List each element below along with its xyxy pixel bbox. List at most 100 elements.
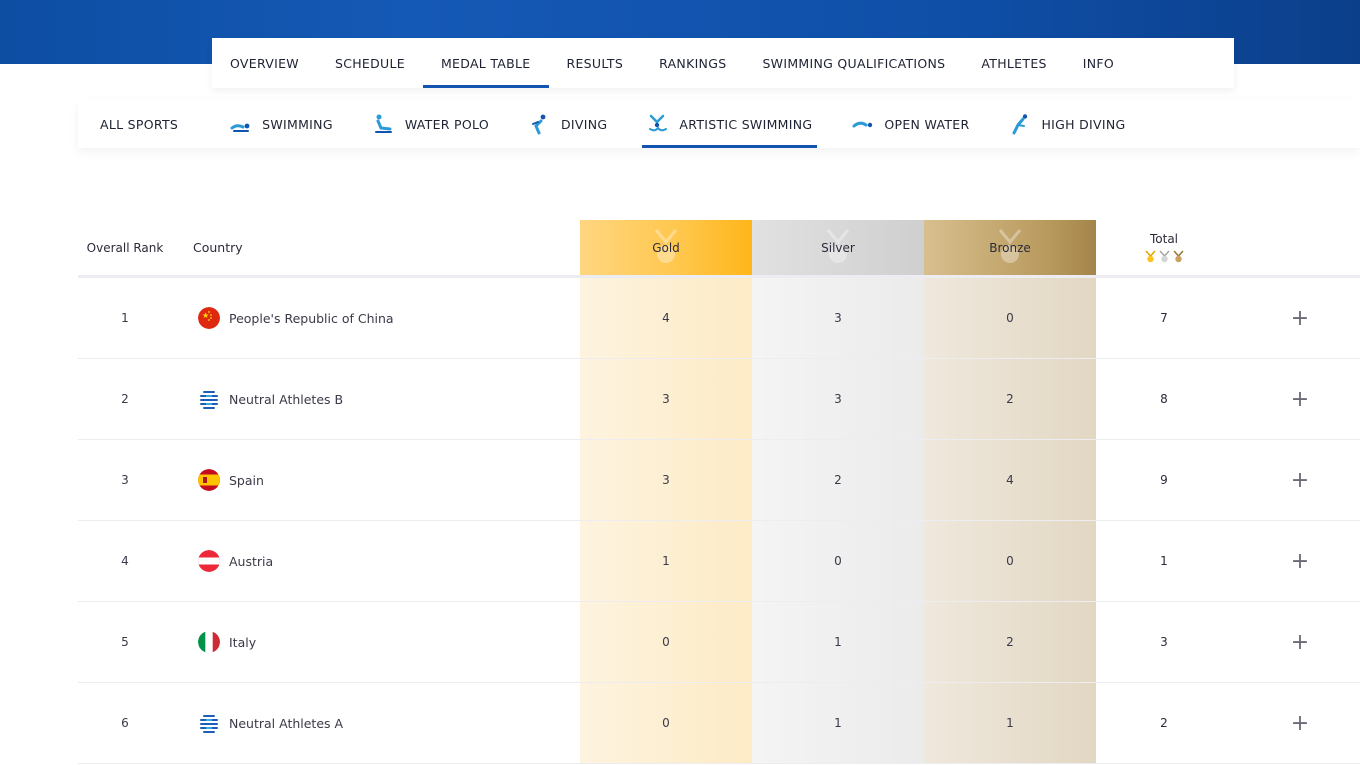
bronze-count: 4 xyxy=(924,440,1096,520)
main-nav: OVERVIEW SCHEDULE MEDAL TABLE RESULTS RA… xyxy=(212,38,1234,88)
country-cell: Neutral Athletes B xyxy=(198,359,558,439)
spain-flag-icon xyxy=(198,469,220,491)
sport-filter-open-water[interactable]: OPEN WATER xyxy=(847,100,974,148)
table-row[interactable]: 3 Spain 3 2 4 9 + xyxy=(78,440,1360,521)
rank-cell: 5 xyxy=(121,635,129,649)
country-cell: ★ People's Republic of China xyxy=(198,278,558,358)
country-name: Austria xyxy=(229,553,274,569)
tab-rankings[interactable]: RANKINGS xyxy=(641,38,744,88)
china-flag-icon: ★ xyxy=(198,307,220,329)
country-name: Spain xyxy=(229,472,264,488)
expand-row-button[interactable]: + xyxy=(1278,359,1322,439)
medal-table: Overall Rank Country Gold Silver Bronze … xyxy=(78,220,1360,764)
expand-row-button[interactable]: + xyxy=(1278,278,1322,358)
open-water-icon xyxy=(852,121,873,128)
tab-schedule[interactable]: SCHEDULE xyxy=(317,38,423,88)
bronze-count: 0 xyxy=(924,278,1096,358)
tab-medal-table[interactable]: MEDAL TABLE xyxy=(422,38,549,88)
sport-filter-swimming[interactable]: SWIMMING xyxy=(225,100,338,148)
italy-flag-icon xyxy=(198,631,220,653)
sport-filter-label: OPEN WATER xyxy=(884,116,970,132)
country-cell: Austria xyxy=(198,521,558,601)
header-country[interactable]: Country xyxy=(193,220,393,275)
sport-filter-label: ARTISTIC SWIMMING xyxy=(679,116,813,132)
silver-medal-icon xyxy=(1158,250,1170,263)
sport-filter-diving[interactable]: DIVING xyxy=(524,100,612,148)
country-name: People's Republic of China xyxy=(229,310,394,326)
table-row[interactable]: 2 Neutral Athletes B 3 3 2 8 + xyxy=(78,359,1360,440)
gold-medal-icon xyxy=(1144,250,1156,263)
sport-filter-high-diving[interactable]: HIGH DIVING xyxy=(1004,100,1130,148)
expand-row-button[interactable]: + xyxy=(1278,602,1322,682)
total-count: 3 xyxy=(1160,635,1168,649)
gold-count: 3 xyxy=(580,440,752,520)
austria-flag-icon xyxy=(198,550,220,572)
expand-row-button[interactable]: + xyxy=(1278,440,1322,520)
sport-filter-label: WATER POLO xyxy=(404,116,489,132)
sport-filter-artistic-swimming[interactable]: ARTISTIC SWIMMING xyxy=(642,100,818,148)
medal-table-header: Overall Rank Country Gold Silver Bronze … xyxy=(78,220,1360,278)
sport-filter-label: SWIMMING xyxy=(262,116,333,132)
total-count: 1 xyxy=(1160,554,1168,568)
gold-count: 4 xyxy=(580,278,752,358)
total-count: 8 xyxy=(1160,392,1168,406)
sport-filter-water-polo[interactable]: WATER POLO xyxy=(368,100,494,148)
table-row[interactable]: 1 ★ People's Republic of China 4 3 0 7 + xyxy=(78,278,1360,359)
header-bronze-label: Bronze xyxy=(989,240,1031,255)
country-cell: Neutral Athletes A xyxy=(198,683,558,763)
table-row[interactable]: 6 Neutral Athletes A 0 1 1 2 + xyxy=(78,683,1360,764)
tab-results[interactable]: RESULTS xyxy=(549,38,642,88)
tab-overview[interactable]: OVERVIEW xyxy=(212,38,317,88)
sport-filter-nav: ALL SPORTS SWIMMING WATER POLO DIVING AR… xyxy=(78,100,1360,148)
tab-athletes[interactable]: ATHLETES xyxy=(963,38,1064,88)
rank-cell: 6 xyxy=(121,716,129,730)
silver-count: 2 xyxy=(752,440,924,520)
silver-count: 0 xyxy=(752,521,924,601)
sport-filter-label: DIVING xyxy=(561,116,608,132)
total-count: 9 xyxy=(1160,473,1168,487)
diving-icon xyxy=(532,114,546,135)
header-bronze[interactable]: Bronze xyxy=(924,220,1096,275)
rank-cell: 3 xyxy=(121,473,129,487)
bronze-count: 2 xyxy=(924,359,1096,439)
total-count: 7 xyxy=(1160,311,1168,325)
neutral-flag-icon xyxy=(200,715,218,733)
sport-filter-label: ALL SPORTS xyxy=(100,116,179,132)
bronze-count: 0 xyxy=(924,521,1096,601)
silver-count: 1 xyxy=(752,683,924,763)
neutral-flag-icon xyxy=(200,391,218,409)
tab-info[interactable]: INFO xyxy=(1065,38,1132,88)
gold-count: 3 xyxy=(580,359,752,439)
table-row[interactable]: 4 Austria 1 0 0 1 + xyxy=(78,521,1360,602)
header-gold-label: Gold xyxy=(652,240,680,255)
sport-filter-all[interactable]: ALL SPORTS xyxy=(78,100,183,148)
total-count: 2 xyxy=(1160,716,1168,730)
header-total[interactable]: Total xyxy=(1096,220,1232,275)
expand-row-button[interactable]: + xyxy=(1278,683,1322,763)
gold-count: 0 xyxy=(580,602,752,682)
header-gold[interactable]: Gold xyxy=(580,220,752,275)
table-row[interactable]: 5 Italy 0 1 2 3 + xyxy=(78,602,1360,683)
country-cell: Italy xyxy=(198,602,558,682)
header-total-label: Total xyxy=(1149,232,1179,246)
gold-count: 1 xyxy=(580,521,752,601)
expand-row-button[interactable]: + xyxy=(1278,521,1322,601)
silver-count: 3 xyxy=(752,278,924,358)
header-silver[interactable]: Silver xyxy=(752,220,924,275)
country-name: Neutral Athletes A xyxy=(229,715,344,731)
rank-cell: 2 xyxy=(121,392,129,406)
svg-text:★: ★ xyxy=(202,311,209,320)
artistic-swimming-icon xyxy=(649,114,668,132)
silver-count: 3 xyxy=(752,359,924,439)
rank-cell: 4 xyxy=(121,554,129,568)
tab-swimming-qualifications[interactable]: SWIMMING QUALIFICATIONS xyxy=(744,38,963,88)
header-silver-label: Silver xyxy=(821,240,855,255)
header-overall-rank[interactable]: Overall Rank xyxy=(78,220,172,275)
sport-filter-label: HIGH DIVING xyxy=(1041,116,1126,132)
rank-cell: 1 xyxy=(121,311,129,325)
country-name: Italy xyxy=(229,634,257,650)
country-name: Neutral Athletes B xyxy=(229,391,344,407)
bronze-count: 1 xyxy=(924,683,1096,763)
country-cell: Spain xyxy=(198,440,558,520)
high-diving-icon xyxy=(1012,114,1028,135)
